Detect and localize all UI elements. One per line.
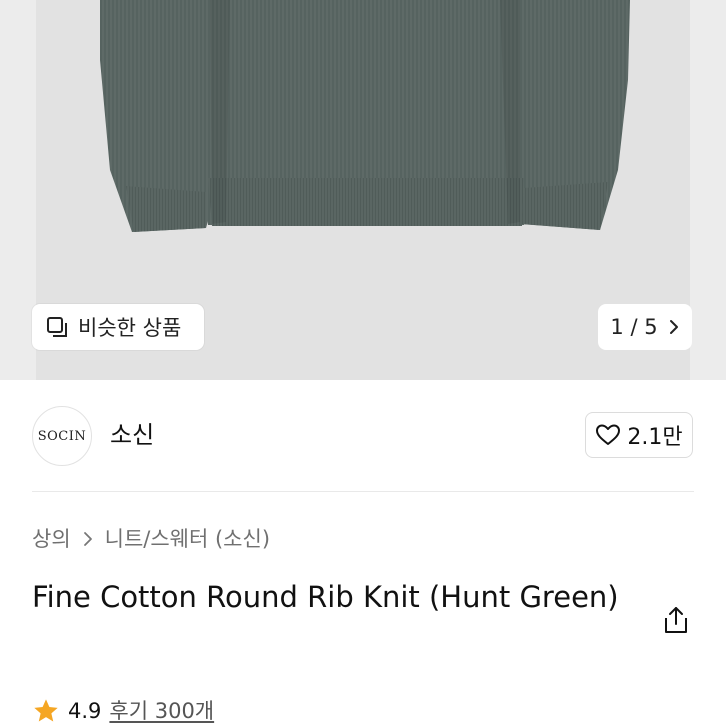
- like-button[interactable]: 2.1만: [585, 412, 693, 458]
- divider: [32, 491, 694, 492]
- star-icon: [34, 699, 58, 722]
- breadcrumb-item-category[interactable]: 상의: [32, 522, 71, 556]
- like-count: 2.1만: [627, 425, 683, 450]
- product-image-carousel[interactable]: 비슷한 상품 1 / 5: [0, 0, 726, 380]
- similar-items-label: 비슷한 상품: [78, 316, 182, 340]
- similar-items-button[interactable]: 비슷한 상품: [32, 304, 204, 350]
- breadcrumb: 상의 니트/스웨터 (소신): [32, 522, 270, 556]
- chevron-right-icon: [83, 532, 92, 546]
- image-counter-text: 1 / 5: [610, 315, 658, 339]
- brand-logo[interactable]: SOCIN: [32, 406, 92, 466]
- rating-value: 4.9: [68, 699, 102, 723]
- image-counter[interactable]: 1 / 5: [598, 304, 692, 350]
- similar-items-icon: [47, 317, 67, 337]
- share-icon[interactable]: [660, 604, 692, 636]
- chevron-right-icon: [669, 320, 678, 334]
- heart-icon: [596, 424, 621, 445]
- brand-name-link[interactable]: 소신: [110, 418, 154, 452]
- breadcrumb-item-subcategory[interactable]: 니트/스웨터 (소신): [105, 522, 270, 556]
- product-title: Fine Cotton Round Rib Knit (Hunt Green): [32, 580, 619, 614]
- reviews-link[interactable]: 후기 300개: [109, 694, 214, 728]
- brand-logo-text: SOCIN: [37, 428, 87, 444]
- rating-row: 4.9 후기 300개: [32, 694, 214, 728]
